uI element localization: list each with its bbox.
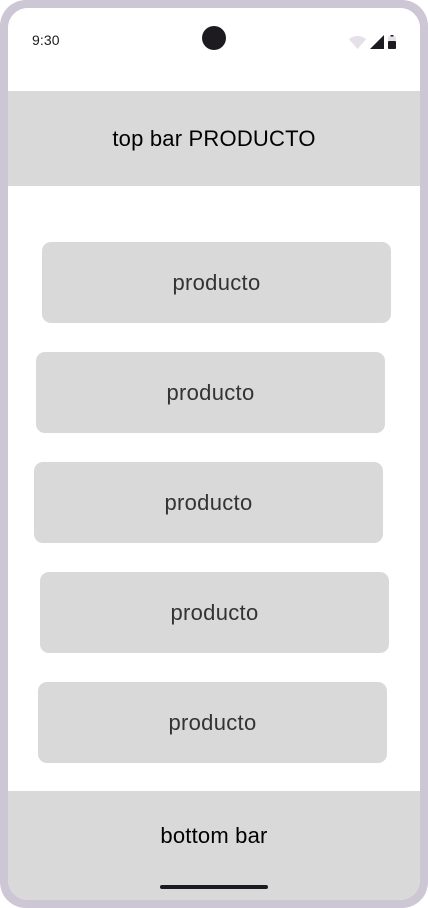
- product-label: producto: [172, 269, 261, 295]
- status-bar: 9:30: [8, 8, 420, 72]
- gesture-handle[interactable]: [160, 885, 268, 889]
- status-icons: [349, 33, 396, 49]
- bottom-bar: bottom bar: [8, 791, 420, 900]
- bottom-bar-title: bottom bar: [160, 823, 268, 848]
- product-card[interactable]: producto: [40, 572, 389, 653]
- screen: 9:30 top bar PRODUCTO producto producto …: [8, 8, 420, 900]
- battery-icon: [388, 35, 396, 49]
- product-card[interactable]: producto: [38, 682, 387, 763]
- wifi-icon: [349, 36, 366, 49]
- product-label: producto: [166, 379, 255, 405]
- product-card[interactable]: producto: [42, 242, 391, 323]
- cellular-signal-icon: [370, 35, 384, 49]
- product-label: producto: [170, 599, 259, 625]
- status-time: 9:30: [32, 32, 60, 48]
- product-label: producto: [164, 489, 253, 515]
- product-label: producto: [168, 709, 257, 735]
- product-card[interactable]: producto: [36, 352, 385, 433]
- top-bar-title: top bar PRODUCTO: [112, 125, 316, 151]
- device-frame: 9:30 top bar PRODUCTO producto producto …: [0, 0, 428, 908]
- camera-cutout: [202, 26, 226, 50]
- product-card[interactable]: producto: [34, 462, 383, 543]
- top-app-bar: top bar PRODUCTO: [8, 91, 420, 186]
